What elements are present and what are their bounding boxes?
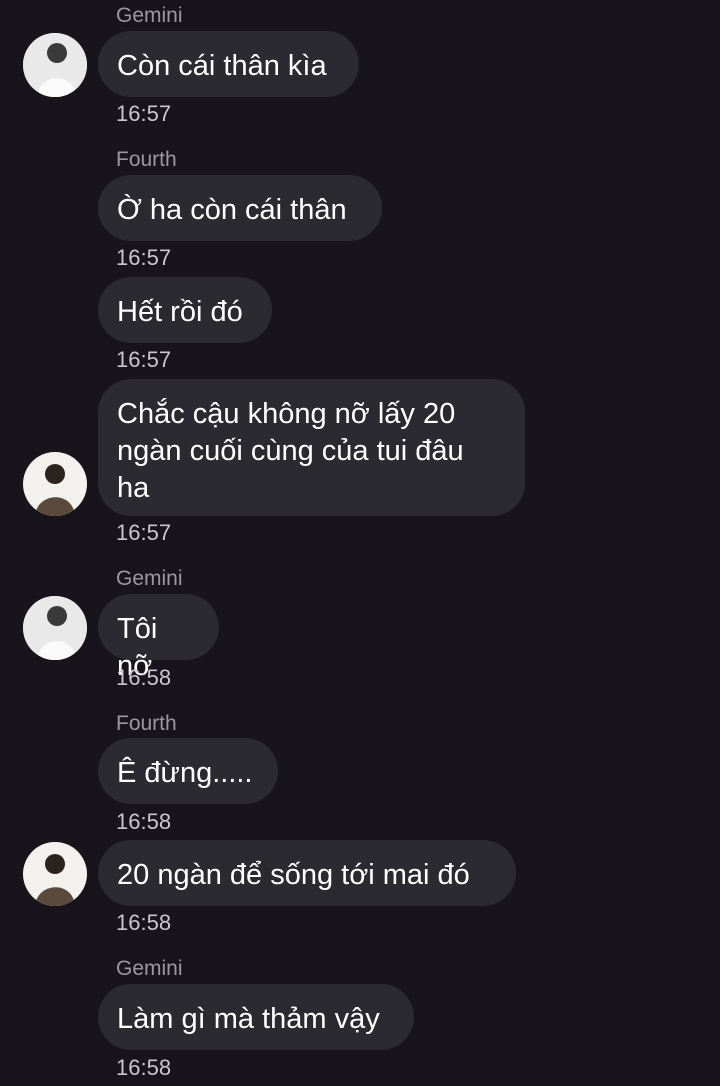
avatar-fourth[interactable]: [23, 452, 87, 516]
avatar-fourth-image: [23, 842, 87, 906]
message-bubble[interactable]: Ê đừng.....: [98, 738, 278, 804]
message-bubble[interactable]: Hết rồi đó: [98, 277, 272, 343]
sender-name: Fourth: [116, 148, 177, 171]
message-time: 16:57: [116, 101, 172, 126]
avatar-gemini-image: [23, 33, 87, 97]
message-time: 16:57: [116, 520, 172, 545]
message-bubble[interactable]: Ờ ha còn cái thân: [98, 175, 382, 241]
message-time: 16:58: [116, 809, 172, 834]
avatar-fourth[interactable]: [23, 842, 87, 906]
message-time: 16:57: [116, 245, 172, 270]
message-time: 16:58: [116, 665, 172, 690]
sender-name: Gemini: [116, 957, 183, 980]
sender-name: Fourth: [116, 712, 177, 735]
sender-name: Gemini: [116, 4, 183, 27]
message-time: 16:57: [116, 347, 172, 372]
avatar-gemini[interactable]: [23, 33, 87, 97]
message-bubble[interactable]: Làm gì mà thảm vậy: [98, 984, 414, 1050]
message-bubble[interactable]: Còn cái thân kìa: [98, 31, 359, 97]
message-time: 16:58: [116, 1055, 172, 1080]
avatar-gemini[interactable]: [23, 596, 87, 660]
sender-name: Gemini: [116, 567, 183, 590]
chat-thread: Gemini Còn cái thân kìa 16:57 Fourth Ờ h…: [0, 0, 720, 1086]
avatar-fourth-image: [23, 452, 87, 516]
message-bubble[interactable]: Chắc cậu không nỡ lấy 20 ngàn cuối cùng …: [98, 379, 525, 516]
message-bubble[interactable]: Tôi nỡ: [98, 594, 219, 682]
message-bubble[interactable]: 20 ngàn để sống tới mai đó: [98, 840, 516, 906]
message-time: 16:58: [116, 910, 172, 935]
avatar-gemini-image: [23, 596, 87, 660]
